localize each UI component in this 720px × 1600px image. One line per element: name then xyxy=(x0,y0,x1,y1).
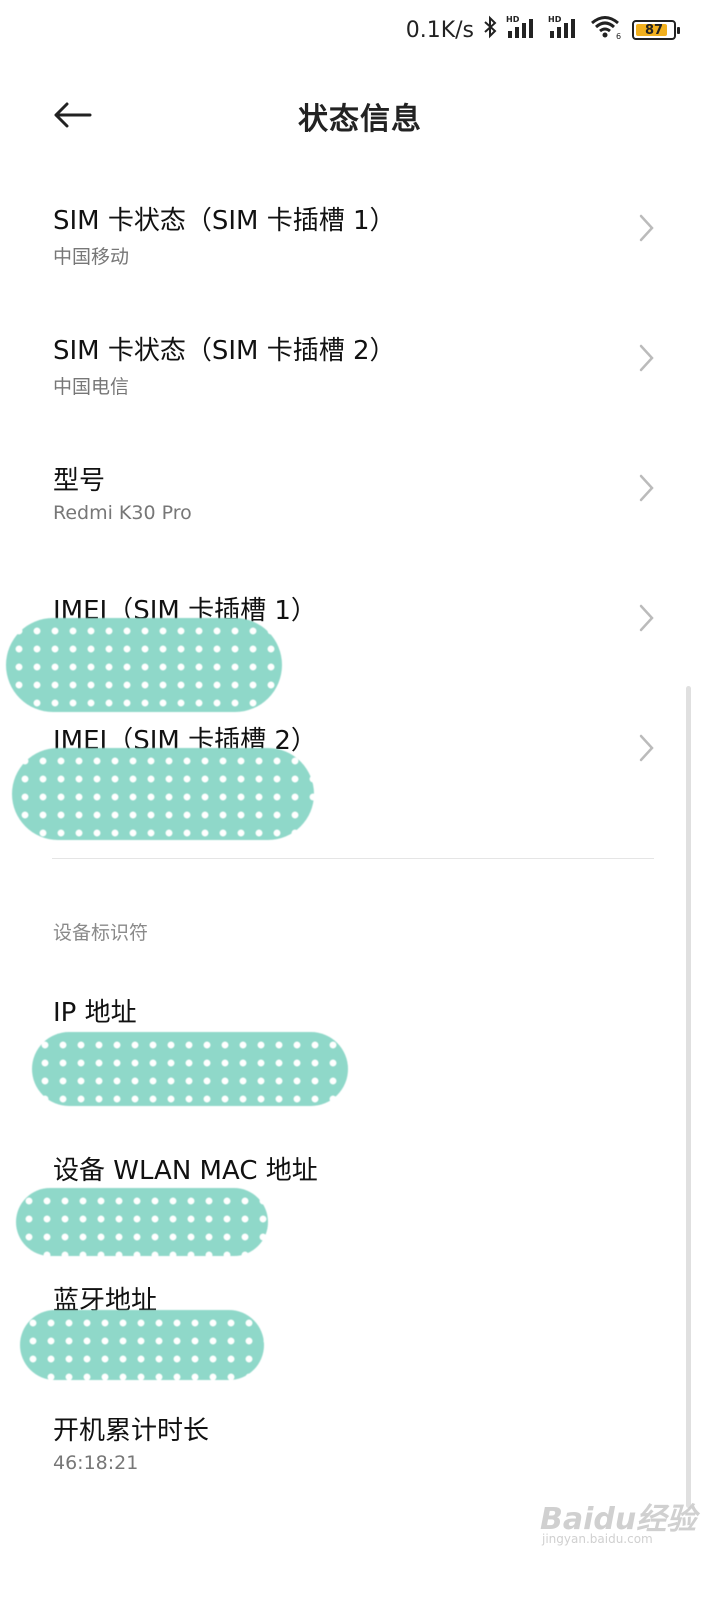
chevron-right-icon xyxy=(639,604,654,632)
header: 状态信息 xyxy=(0,80,720,150)
battery-level: 87 xyxy=(644,22,664,38)
item-subtitle: Redmi K30 Pro xyxy=(53,502,192,524)
baidu-watermark: Baidu经验 jingyan.baidu.com xyxy=(540,1490,700,1550)
network-speed: 0.1K/s xyxy=(405,17,474,43)
scrollbar[interactable] xyxy=(686,686,691,1508)
item-title: IP 地址 xyxy=(53,998,137,1028)
item-subtitle: 中国电信 xyxy=(53,376,130,398)
signal-sim2-icon: HD xyxy=(548,14,582,46)
item-title: 开机累计时长 xyxy=(53,1416,210,1446)
status-bar: 0.1K/s HD HD 6 87 xyxy=(0,0,720,60)
item-subtitle: 46:18:21 xyxy=(53,1452,139,1474)
signal-sim1-icon: HD xyxy=(506,14,540,46)
redaction-mask xyxy=(16,1188,268,1256)
section-label-device-ids: 设备标识符 xyxy=(53,922,149,944)
chevron-right-icon xyxy=(639,214,654,242)
item-title: 型号 xyxy=(53,466,106,496)
section-divider xyxy=(52,858,654,859)
item-subtitle: 中国移动 xyxy=(53,246,130,268)
item-title: 设备 WLAN MAC 地址 xyxy=(53,1156,318,1186)
wifi-icon: 6 xyxy=(590,14,624,46)
status-icons: 0.1K/s HD HD 6 87 xyxy=(405,14,680,46)
redaction-mask xyxy=(32,1032,348,1106)
list-item-model[interactable]: 型号 Redmi K30 Pro xyxy=(0,460,700,590)
redaction-mask xyxy=(12,748,314,840)
chevron-right-icon xyxy=(639,734,654,762)
chevron-right-icon xyxy=(639,474,654,502)
redaction-mask xyxy=(6,618,282,712)
redaction-mask xyxy=(20,1310,264,1380)
bluetooth-icon xyxy=(482,15,498,45)
item-title: SIM 卡状态（SIM 卡插槽 1） xyxy=(53,206,396,236)
wifi-tag-label: 6 xyxy=(616,32,621,40)
item-title: SIM 卡状态（SIM 卡插槽 2） xyxy=(53,336,396,366)
sim2-hd-label: HD xyxy=(548,15,562,24)
list-item-sim2-status[interactable]: SIM 卡状态（SIM 卡插槽 2） 中国电信 xyxy=(0,330,700,460)
battery-icon: 87 xyxy=(632,20,680,40)
list-item-sim1-status[interactable]: SIM 卡状态（SIM 卡插槽 1） 中国移动 xyxy=(0,200,700,330)
sim1-hd-label: HD xyxy=(506,15,520,24)
page-title: 状态信息 xyxy=(298,102,422,137)
chevron-right-icon xyxy=(639,344,654,372)
watermark-sub: jingyan.baidu.com xyxy=(542,1532,653,1546)
